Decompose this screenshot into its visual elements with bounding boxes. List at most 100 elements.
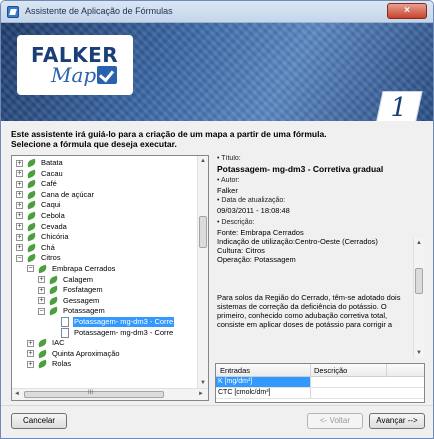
expand-icon[interactable]: + <box>16 244 23 252</box>
collapse-icon[interactable]: − <box>38 307 45 315</box>
scroll-thumb[interactable] <box>199 216 207 248</box>
scroll-thumb[interactable] <box>415 268 423 294</box>
scroll-up-icon[interactable]: ▲ <box>414 238 424 248</box>
expand-icon[interactable]: + <box>38 297 45 305</box>
grid-header-divider <box>310 364 311 377</box>
tree-item-label: Cebola <box>41 210 65 220</box>
tree-item[interactable]: − Potassagem <box>12 306 198 317</box>
expand-icon[interactable]: + <box>16 212 23 220</box>
tree-vertical-scrollbar[interactable]: ▲ ▼ <box>197 156 208 388</box>
expand-icon[interactable]: + <box>27 350 34 358</box>
leaf-icon <box>48 275 60 285</box>
leaf-icon <box>48 285 60 295</box>
expand-icon[interactable]: + <box>16 233 23 241</box>
expand-icon[interactable]: + <box>16 170 23 178</box>
leaf-icon <box>26 211 38 221</box>
tree-horizontal-scrollbar[interactable]: ◄ III ► <box>12 388 208 400</box>
checkmark-icon <box>97 66 117 84</box>
tree-item-label: Potassagem- mg-dm3 - Corre <box>74 327 174 337</box>
tree-item[interactable]: + Rolas <box>12 359 198 370</box>
expand-icon[interactable]: + <box>16 159 23 167</box>
back-button[interactable]: <- Voltar <box>307 413 363 429</box>
details-vertical-scrollbar[interactable]: ▲ ▼ <box>413 238 424 358</box>
collapse-icon[interactable]: − <box>27 265 34 273</box>
tree-item[interactable]: + Quinta Aproximação <box>12 349 198 360</box>
tree-item[interactable]: Potassagem- mg-dm3 - Corre <box>12 316 198 328</box>
falker-map-logo: FALKER Map <box>17 35 133 95</box>
expand-icon[interactable]: + <box>16 201 23 209</box>
leaf-icon <box>26 200 38 210</box>
tree-item[interactable]: + Caqui <box>12 200 198 211</box>
grid-header-descricao[interactable]: Descrição <box>314 366 347 375</box>
tree-item[interactable]: + Cebola <box>12 211 198 222</box>
tree-item-label: Cacau <box>41 168 63 178</box>
leaf-icon <box>26 190 38 200</box>
description-line: Operação: Potassagem <box>217 254 296 264</box>
tree-item-label: Fosfatagem <box>63 285 103 295</box>
header-banner: FALKER Map 1 <box>1 23 433 121</box>
scroll-up-icon[interactable]: ▲ <box>198 156 208 166</box>
leaf-icon <box>26 253 38 263</box>
expand-icon[interactable]: + <box>27 360 34 368</box>
leaf-icon <box>37 264 49 274</box>
tree-item[interactable]: + Cevada <box>12 222 198 233</box>
tree-item[interactable]: + Calagem <box>12 275 198 286</box>
tree-item[interactable]: Potassagem- mg-dm3 - Corre <box>12 327 198 339</box>
expand-icon[interactable]: + <box>38 276 45 284</box>
title-bar[interactable]: Assistente de Aplicação de Fórmulas × <box>1 1 433 23</box>
formula-document-icon <box>59 316 71 327</box>
scroll-left-icon[interactable]: ◄ <box>12 389 22 400</box>
logo-text-map: Map <box>51 63 97 87</box>
tree-item-label: IAC <box>52 338 65 348</box>
grid-row[interactable]: K [mg/dm³] <box>216 377 424 388</box>
description-body-line: consiste em aplicar doses de potássio pa… <box>217 320 393 329</box>
expand-icon[interactable]: + <box>16 191 23 199</box>
leaf-icon <box>26 232 38 242</box>
cancel-button[interactable]: Cancelar <box>11 413 67 429</box>
tree-item-label: Embrapa Cerrados <box>52 263 116 273</box>
grid-header-entradas[interactable]: Entradas <box>220 366 250 375</box>
step-number: 1 <box>390 93 407 121</box>
grid-row[interactable]: CTC [cmolc/dm³] <box>216 388 424 399</box>
tree-item[interactable]: + Cacau <box>12 169 198 180</box>
tree-item[interactable]: + Cana de açúcar <box>12 190 198 201</box>
tree-item-label: Chá <box>41 242 55 252</box>
tree-item-label: Cevada <box>41 221 67 231</box>
close-button[interactable]: × <box>387 3 427 19</box>
scroll-down-icon[interactable]: ▼ <box>198 378 208 388</box>
scroll-right-icon[interactable]: ► <box>196 389 206 400</box>
tree-item[interactable]: + Chá <box>12 243 198 254</box>
scroll-thumb-horizontal[interactable] <box>24 391 164 398</box>
tree-item-label: Café <box>41 179 57 189</box>
tree-item-label: Caqui <box>41 200 61 210</box>
grid-header: Entradas Descrição <box>216 364 424 377</box>
input-description[interactable] <box>311 377 421 387</box>
expand-icon[interactable]: + <box>27 339 34 347</box>
description-body-line: sistemas de correção da deficiência do p… <box>217 302 387 311</box>
formula-tree[interactable]: + Batata + Cacau + Café + Cana de açúcar + Caqui +… <box>11 155 209 401</box>
scroll-down-icon[interactable]: ▼ <box>414 348 424 358</box>
expand-icon[interactable]: + <box>16 223 23 231</box>
tree-item[interactable]: + Chicória <box>12 232 198 243</box>
expand-icon[interactable]: + <box>38 286 45 294</box>
tree-item[interactable]: + Café <box>12 179 198 190</box>
description-label: • Descrição: <box>217 219 255 226</box>
wizard-window: Assistente de Aplicação de Fórmulas × FA… <box>0 0 434 439</box>
intro-text: Este assistente irá guiá-lo para a criaç… <box>11 129 425 149</box>
input-name[interactable]: CTC [cmolc/dm³] <box>216 388 310 398</box>
tree-item[interactable]: + Gessagem <box>12 296 198 307</box>
inputs-grid[interactable]: Entradas Descrição K [mg/dm³] CTC [cmolc… <box>215 363 425 403</box>
leaf-icon <box>26 158 38 168</box>
intro-line-1: Este assistente irá guiá-lo para a criaç… <box>11 129 327 139</box>
tree-item[interactable]: − Embrapa Cerrados <box>12 264 198 275</box>
input-description[interactable] <box>311 388 421 398</box>
tree-item[interactable]: + IAC <box>12 338 198 349</box>
tree-item[interactable]: + Fosfatagem <box>12 285 198 296</box>
tree-item[interactable]: − Citros <box>12 253 198 264</box>
footer-divider <box>1 405 433 406</box>
input-name[interactable]: K [mg/dm³] <box>216 377 310 387</box>
collapse-icon[interactable]: − <box>16 254 23 262</box>
next-button[interactable]: Avançar --> <box>369 413 425 429</box>
tree-item[interactable]: + Batata <box>12 158 198 169</box>
expand-icon[interactable]: + <box>16 180 23 188</box>
